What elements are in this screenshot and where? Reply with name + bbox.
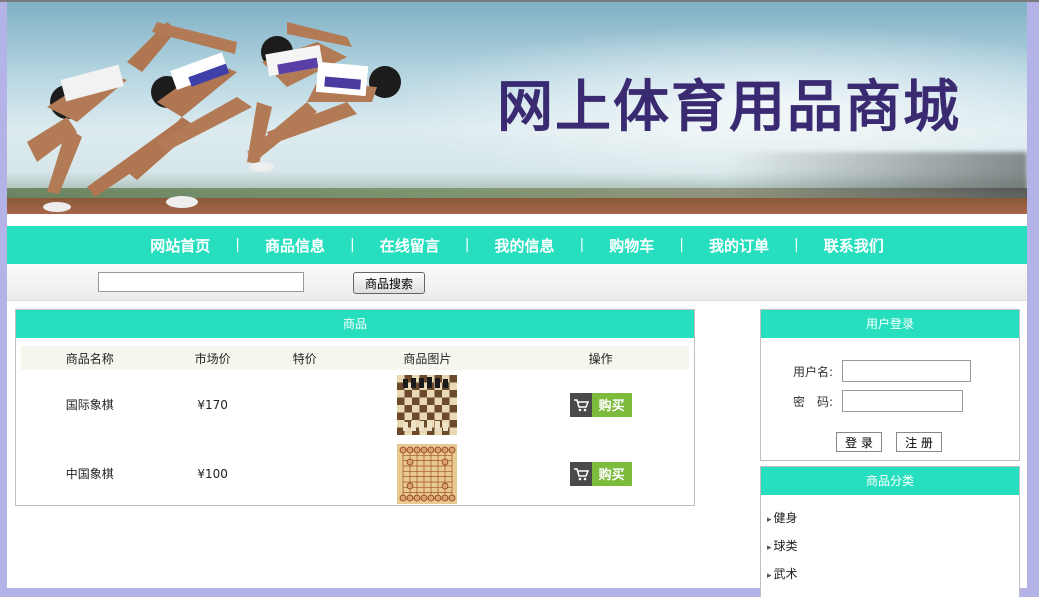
category-label: 武术 xyxy=(773,567,798,581)
nav-my-info[interactable]: 我的信息 xyxy=(494,235,554,256)
special-price xyxy=(267,370,343,439)
chevron-right-icon: ▸ xyxy=(767,515,772,525)
table-header-row: 商品名称 市场价 特价 商品图片 操作 xyxy=(21,346,689,370)
product-image-cell xyxy=(343,370,513,439)
register-button[interactable]: 注 册 xyxy=(896,432,942,452)
category-label: 健身 xyxy=(773,511,798,525)
chevron-right-icon: ▸ xyxy=(767,543,772,553)
col-header-action: 操作 xyxy=(512,346,689,370)
col-header-image: 商品图片 xyxy=(342,346,513,370)
action-cell: 购买 xyxy=(512,370,689,439)
category-item[interactable]: ▸ 健身 xyxy=(767,509,798,526)
buy-label: 购买 xyxy=(591,461,632,486)
col-header-special-price: 特价 xyxy=(266,346,343,370)
banner-crowd xyxy=(727,152,1027,192)
nav-separator: | xyxy=(579,237,585,253)
buy-button[interactable]: 购买 xyxy=(569,392,632,417)
chevron-right-icon: ▸ xyxy=(767,571,772,581)
username-input[interactable] xyxy=(842,360,971,382)
login-button[interactable]: 登 录 xyxy=(836,432,882,452)
table-row: 国际象棋 ¥170 购买 xyxy=(21,370,689,439)
nav-home[interactable]: 网站首页 xyxy=(150,235,210,256)
login-panel: 用户登录 用户名: 密 码: 登 录 注 册 xyxy=(760,309,1020,461)
nav-my-orders[interactable]: 我的订单 xyxy=(709,235,769,256)
products-title: 商品 xyxy=(16,310,694,338)
search-button[interactable]: 商品搜索 xyxy=(353,272,425,294)
col-header-market-price: 市场价 xyxy=(158,346,267,370)
page: 网上体育用品商城 网站首页 | 商品信息 | 在线留言 | 我的信息 | 购物车… xyxy=(7,2,1027,597)
banner: 网上体育用品商城 xyxy=(7,2,1027,214)
nav-separator: | xyxy=(235,237,241,253)
product-name[interactable]: 中国象棋 xyxy=(21,439,158,508)
search-input[interactable] xyxy=(98,272,304,292)
nav-products[interactable]: 商品信息 xyxy=(265,235,325,256)
nav-separator: | xyxy=(350,237,355,253)
categories-panel: 商品分类 ▸ 健身 ▸ 球类 ▸ 武术 xyxy=(760,466,1020,597)
categories-title: 商品分类 xyxy=(761,467,1019,495)
special-price xyxy=(267,439,343,508)
buy-button[interactable]: 购买 xyxy=(569,461,632,486)
nav-separator: | xyxy=(464,237,470,253)
username-label: 用户名: xyxy=(792,365,833,379)
table-row: 中国象棋 ¥100 购买 xyxy=(21,439,689,508)
nav-guestbook[interactable]: 在线留言 xyxy=(380,235,440,256)
market-price: ¥100 xyxy=(197,466,228,481)
nav-contact[interactable]: 联系我们 xyxy=(824,235,884,256)
nav-separator: | xyxy=(679,237,684,253)
category-item[interactable]: ▸ 球类 xyxy=(767,537,798,554)
product-name[interactable]: 国际象棋 xyxy=(21,370,158,439)
search-bar: 商品搜索 xyxy=(7,264,1027,301)
site-title: 网上体育用品商城 xyxy=(497,75,961,140)
chess-board-image[interactable] xyxy=(397,374,458,435)
buy-label: 购买 xyxy=(591,392,632,417)
cart-icon xyxy=(569,392,592,417)
nav-separator: | xyxy=(793,237,799,253)
nav-cart[interactable]: 购物车 xyxy=(609,235,654,256)
action-cell: 购买 xyxy=(512,439,689,508)
login-title: 用户登录 xyxy=(761,310,1019,338)
product-image-cell xyxy=(343,439,513,508)
password-input[interactable] xyxy=(842,390,963,412)
password-label: 密 码: xyxy=(792,395,833,409)
cart-icon xyxy=(569,461,592,486)
category-item[interactable]: ▸ 武术 xyxy=(767,565,798,582)
runners-image xyxy=(27,22,401,212)
category-label: 球类 xyxy=(773,539,798,553)
market-price: ¥170 xyxy=(197,397,228,412)
products-table: 商品名称 市场价 特价 商品图片 操作 国际象棋 ¥170 购买 中国象棋 ¥1… xyxy=(21,346,689,508)
xiangqi-board-image[interactable] xyxy=(397,443,458,504)
products-panel: 商品 商品名称 市场价 特价 商品图片 操作 国际象棋 ¥170 购买 中国象棋… xyxy=(15,309,695,506)
main-nav: 网站首页 | 商品信息 | 在线留言 | 我的信息 | 购物车 | 我的订单 |… xyxy=(7,226,1027,264)
col-header-name: 商品名称 xyxy=(21,346,159,370)
